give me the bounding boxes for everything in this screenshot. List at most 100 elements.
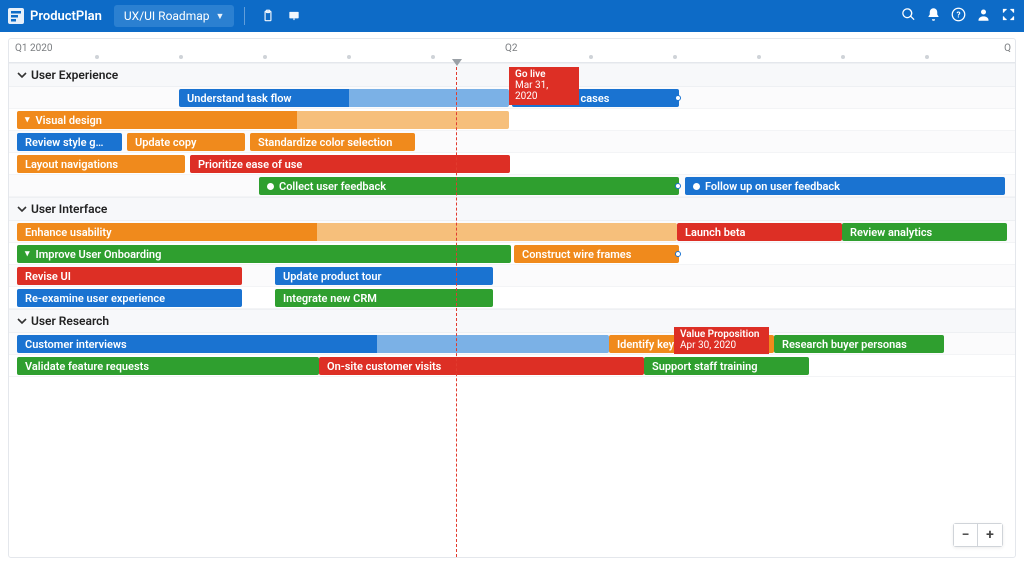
bar-label: Standardize color selection xyxy=(258,136,392,149)
chevron-down-icon xyxy=(17,316,27,326)
roadmap-bar[interactable]: Re-examine user experience xyxy=(17,289,242,307)
roadmap-bar[interactable]: Understand task flow xyxy=(179,89,349,107)
roadmap-bar[interactable]: Collect user feedback xyxy=(259,177,679,195)
bar-label: Layout navigations xyxy=(25,158,118,171)
roadmap-bar[interactable]: Layout navigations xyxy=(17,155,185,173)
brand[interactable]: ProductPlan xyxy=(8,8,102,24)
roadmap-bar[interactable]: Prioritize ease of use xyxy=(190,155,510,173)
roadmap-bar[interactable]: Customer interviews xyxy=(17,335,377,353)
person-icon xyxy=(976,7,991,22)
lane-title[interactable]: User Interface xyxy=(9,197,1015,221)
roadmap-bar[interactable]: Review style g… xyxy=(17,133,122,151)
expand-icon xyxy=(1001,7,1016,22)
brand-label: ProductPlan xyxy=(30,9,102,24)
zoom-controls: − + xyxy=(953,523,1003,547)
roadmap-bar[interactable]: Launch beta xyxy=(677,223,842,241)
roadmap-bar[interactable]: Enhance usability xyxy=(17,223,317,241)
roadmap-bar-remaining[interactable] xyxy=(377,335,609,353)
help-button[interactable]: ? xyxy=(951,7,966,25)
svg-text:?: ? xyxy=(956,10,960,20)
roadmap-bar[interactable]: Support staff training xyxy=(644,357,809,375)
roadmap-bar[interactable]: Review analytics xyxy=(842,223,1007,241)
milestone-title: Go live xyxy=(515,69,573,80)
search-button[interactable] xyxy=(901,7,916,25)
timeline-row: ▾ Improve User Onboarding Construct wire f… xyxy=(9,243,1015,265)
roadmap-canvas[interactable]: Q1 2020 Q2 Q User ExperienceUnderstand t… xyxy=(8,38,1016,558)
bar-label: Validate feature requests xyxy=(25,360,149,373)
account-button[interactable] xyxy=(976,7,991,25)
topbar: ProductPlan UX/UI Roadmap ▼ ? xyxy=(0,0,1024,32)
bar-label: Support staff training xyxy=(652,360,758,373)
chevron-down-icon: ▾ xyxy=(25,115,30,125)
roadmap-bar[interactable]: Validate feature requests xyxy=(17,357,319,375)
bar-label: Collect user feedback xyxy=(279,180,386,193)
timeline-row: Customer interviewsIdentify key personas… xyxy=(9,333,1015,355)
fullscreen-button[interactable] xyxy=(1001,7,1016,25)
roadmap-bar[interactable]: Standardize color selection xyxy=(250,133,415,151)
bar-label: Construct wire frames xyxy=(522,248,631,261)
caret-down-icon: ▼ xyxy=(216,11,225,22)
timeline-q2-label: Q2 xyxy=(505,43,518,54)
bar-label: Update product tour xyxy=(283,270,381,283)
link-end-icon[interactable] xyxy=(675,183,681,189)
timeline-q3-label: Q xyxy=(1004,43,1011,54)
roadmap-bar-remaining[interactable] xyxy=(349,89,509,107)
link-end-icon[interactable] xyxy=(675,251,681,257)
roadmap-name: UX/UI Roadmap xyxy=(124,9,210,23)
divider xyxy=(244,7,245,25)
roadmap-bar[interactable]: Integrate new CRM xyxy=(275,289,493,307)
bar-label: Understand task flow xyxy=(187,92,292,105)
timeline-row: Collect user feedback Follow up on user f… xyxy=(9,175,1015,197)
link-start-icon xyxy=(693,183,700,190)
clipboard-button[interactable] xyxy=(258,6,278,26)
present-icon xyxy=(287,9,301,23)
timeline-row: Layout navigations Prioritize ease of use xyxy=(9,153,1015,175)
timeline-row: Revise UI Update product tour xyxy=(9,265,1015,287)
bar-label: Research buyer personas xyxy=(782,338,907,351)
roadmap-bar[interactable]: ▾ Improve User Onboarding xyxy=(17,245,511,263)
present-button[interactable] xyxy=(284,6,304,26)
roadmap-bar[interactable]: Update copy xyxy=(127,133,245,151)
timeline-row: Re-examine user experience Integrate new … xyxy=(9,287,1015,309)
top-right-icons: ? xyxy=(901,7,1016,25)
help-icon: ? xyxy=(951,7,966,22)
bar-label: Revise UI xyxy=(25,270,71,283)
bar-label: Launch beta xyxy=(685,226,745,239)
bar-label: Customer interviews xyxy=(25,338,127,351)
bar-label: Update copy xyxy=(135,136,196,149)
milestone-date: Apr 30, 2020 xyxy=(680,340,763,351)
zoom-in-button[interactable]: + xyxy=(978,524,1002,546)
bell-icon xyxy=(926,7,941,22)
link-start-icon xyxy=(267,183,274,190)
roadmap-bar[interactable]: ▾ Visual design xyxy=(17,111,297,129)
bar-label: Integrate new CRM xyxy=(283,292,377,305)
roadmap-bar-remaining[interactable] xyxy=(297,111,509,129)
roadmap-bar[interactable]: Follow up on user feedback xyxy=(685,177,1005,195)
zoom-out-button[interactable]: − xyxy=(954,524,978,546)
timeline-row: Validate feature requests On-site custome… xyxy=(9,355,1015,377)
roadmap-bar[interactable]: Revise UI xyxy=(17,267,242,285)
lane-title[interactable]: User Research xyxy=(9,309,1015,333)
bar-label: Enhance usability xyxy=(25,226,112,239)
bar-label: On-site customer visits xyxy=(327,360,441,373)
clipboard-icon xyxy=(261,9,275,23)
bar-label: Visual design xyxy=(36,114,102,127)
today-marker[interactable] xyxy=(452,59,462,66)
timeline-row: Review style g… Update copy Standardize co… xyxy=(9,131,1015,153)
roadmap-selector[interactable]: UX/UI Roadmap ▼ xyxy=(114,5,235,27)
milestone[interactable]: Value PropositionApr 30, 2020 xyxy=(674,327,769,354)
roadmap-bar[interactable]: Research buyer personas xyxy=(774,335,944,353)
brand-icon xyxy=(8,8,24,24)
timeline-row: ▾ Visual design xyxy=(9,109,1015,131)
milestone-date: Mar 31, 2020 xyxy=(515,80,573,102)
roadmap-bar[interactable]: Construct wire frames xyxy=(514,245,679,263)
roadmap-bar-remaining[interactable] xyxy=(317,223,677,241)
notifications-button[interactable] xyxy=(926,7,941,25)
link-end-icon[interactable] xyxy=(675,95,681,101)
roadmap-bar[interactable]: Update product tour xyxy=(275,267,493,285)
bar-label: Improve User Onboarding xyxy=(36,248,162,261)
roadmap-bar[interactable]: On-site customer visits xyxy=(319,357,644,375)
chevron-down-icon: ▾ xyxy=(25,249,30,259)
timeline-q1-label: Q1 2020 xyxy=(15,43,52,54)
milestone[interactable]: Go liveMar 31, 2020 xyxy=(509,67,579,105)
